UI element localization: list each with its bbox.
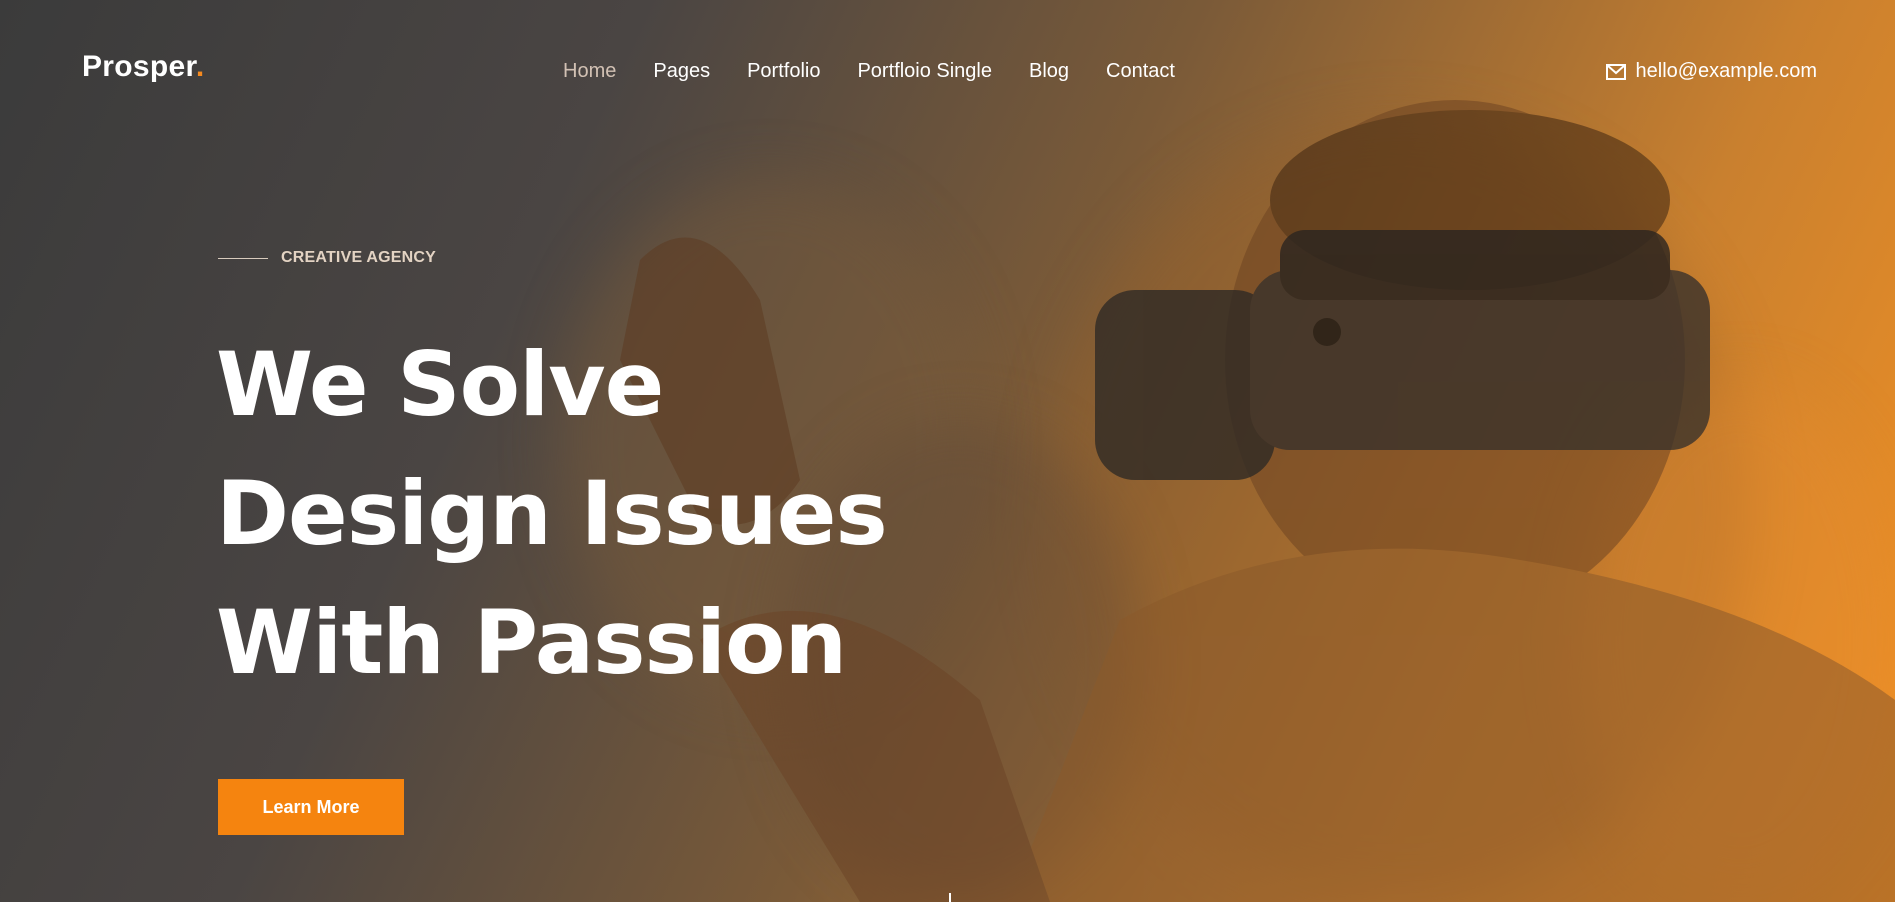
kicker-text: CREATIVE AGENCY <box>281 249 437 266</box>
kicker-line <box>218 257 268 259</box>
nav-item-portfolio-single[interactable]: Portfloio Single <box>857 60 992 83</box>
main-nav: Home Pages Portfolio Portfloio Single Bl… <box>563 60 1212 83</box>
mail-icon <box>1605 63 1626 80</box>
scroll-indicator[interactable] <box>949 893 951 902</box>
headline-line: Design Issues <box>216 462 888 565</box>
nav-item-contact[interactable]: Contact <box>1106 60 1175 83</box>
brand-name: Prosper <box>82 50 196 83</box>
header-email-link[interactable]: hello@example.com <box>1605 60 1818 83</box>
hero-kicker: CREATIVE AGENCY <box>218 249 436 267</box>
headline-line: With Passion <box>216 591 847 694</box>
nav-item-blog[interactable]: Blog <box>1029 60 1069 83</box>
headline-line: We Solve <box>216 333 664 436</box>
brand-dot: . <box>195 50 205 83</box>
nav-item-portfolio[interactable]: Portfolio <box>747 60 820 83</box>
brand-logo[interactable]: Prosper. <box>82 50 204 84</box>
hero-section: Prosper. Home Pages Portfolio Portfloio … <box>0 0 1895 902</box>
nav-item-home[interactable]: Home <box>563 60 616 83</box>
learn-more-button[interactable]: Learn More <box>218 779 404 835</box>
nav-item-pages[interactable]: Pages <box>653 60 710 83</box>
hero-headline: We Solve Design Issues With Passion <box>216 320 888 707</box>
email-address: hello@example.com <box>1635 60 1818 82</box>
